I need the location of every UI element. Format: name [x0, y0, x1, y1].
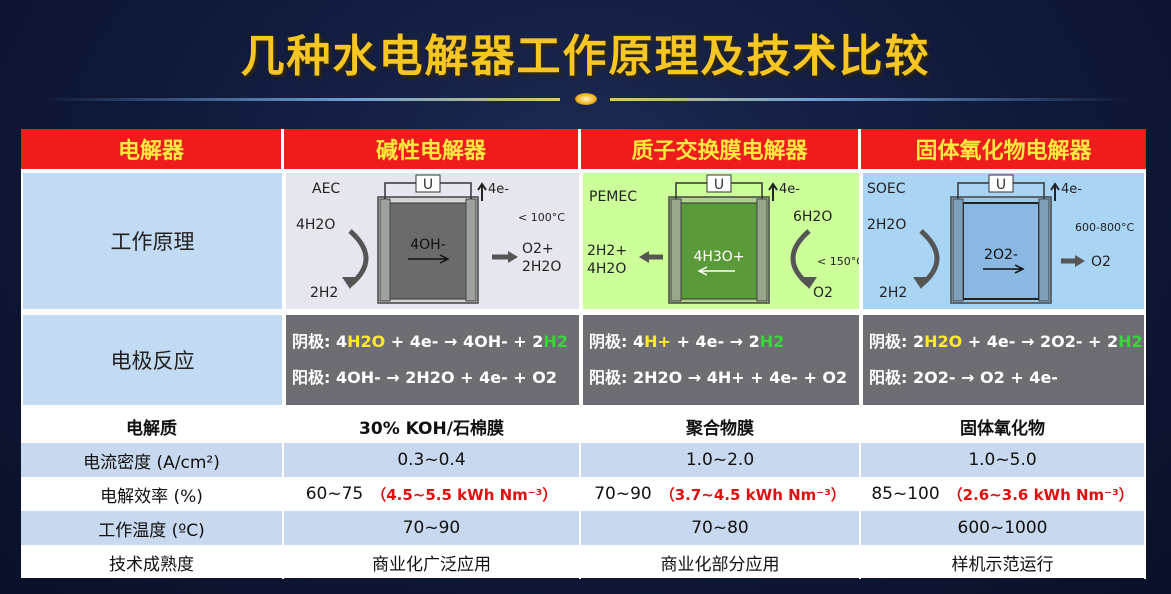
aec-reactant: 4H2O [296, 217, 335, 233]
aec-label: AEC [312, 181, 340, 197]
cell-alkaline: 商业化广泛应用 [284, 545, 581, 579]
soec-anode-reaction: 阳极: 2O2- → O2 + 4e- [869, 368, 1058, 387]
cell-soec: 固体氧化物 [861, 409, 1146, 443]
table-row-maturity: 技术成熟度 商业化广泛应用 商业化部分应用 样机示范运行 [21, 545, 1146, 579]
aec-temp: < 100°C [518, 211, 565, 224]
cell-pem: 1.0~2.0 [581, 443, 861, 477]
aec-hydrogen: 2H2 [310, 285, 338, 301]
cell-pem: 70~80 [581, 511, 861, 545]
aec-power-label: U [423, 177, 433, 193]
aec-electrons: 4e- [488, 182, 509, 197]
aec-product-water: 2H2O [522, 259, 561, 275]
pem-cathode-reaction: 阴极: 4H+ + 4e- → 2H2 [589, 332, 785, 351]
soec-temp: 600-800°C [1075, 221, 1134, 234]
cell-alkaline: 60~75 （4.5~5.5 kWh Nm⁻³） [284, 477, 581, 511]
pemec-reactant: 6H2O [793, 209, 832, 225]
aec-diagram: U 4e- AEC 4H2O 2H2 4OH- < 100°C O2+ 2H2O [284, 171, 581, 311]
row-label-reaction: 电极反应 [21, 313, 284, 407]
row-label: 电解效率 (%) [21, 477, 284, 511]
pem-anode-reaction: 阳极: 2H2O → 4H+ + 4e- + O2 [589, 368, 848, 387]
title-divider [40, 93, 1130, 105]
soec-label: SOEC [867, 181, 906, 197]
soec-diagram: U 4e- SOEC 2H2O 2H2 2O2- 600-800°C O2 [861, 171, 1146, 311]
row-label: 电流密度 (A/cm²) [21, 443, 284, 477]
soec-hydrogen: 2H2 [879, 285, 907, 301]
cell-alkaline: 30% KOH/石棉膜 [284, 409, 581, 443]
cell-soec: 85~100 （2.6~3.6 kWh Nm⁻³） [861, 477, 1146, 511]
soec-product-oxygen: O2 [1091, 254, 1111, 270]
aec-anode-reaction: 阳极: 4OH- → 2H2O + 4e- + O2 [292, 368, 557, 387]
soec-power-label: U [996, 177, 1006, 193]
pemec-product-water: 4H2O [587, 261, 626, 277]
cell-alkaline: 0.3~0.4 [284, 443, 581, 477]
pemec-ion: 4H3O+ [693, 249, 744, 265]
soec-reactant: 2H2O [867, 217, 906, 233]
soec-cathode-reaction: 阴极: 2H2O + 4e- → 2O2- + 2H2 [869, 332, 1143, 351]
pemec-label: PEMEC [589, 189, 637, 205]
cell-soec: 600~1000 [861, 511, 1146, 545]
aec-cathode-reaction: 阴极: 4H2O + 4e- → 4OH- + 2H2 [292, 332, 568, 351]
pemec-power-label: U [714, 177, 724, 193]
header-pem: 质子交换膜电解器 [581, 129, 861, 169]
page-title: 几种水电解器工作原理及技术比较 [240, 31, 931, 82]
soec-electrons: 4e- [1061, 182, 1082, 197]
row-label: 工作温度 (ºC) [21, 511, 284, 545]
pemec-product-hydrogen: 2H2+ [587, 243, 627, 259]
row-label-principle: 工作原理 [21, 171, 284, 311]
cell-pem: 70~90 （3.7~4.5 kWh Nm⁻³） [581, 477, 861, 511]
comparison-table: 电解器 碱性电解器 质子交换膜电解器 固体氧化物电解器 工作原理 U 4e- A… [21, 129, 1146, 579]
header-alkaline: 碱性电解器 [284, 129, 581, 169]
soec-ion: 2O2- [984, 247, 1018, 263]
pem-reactions: 阴极: 4H+ + 4e- → 2H2 阳极: 2H2O → 4H+ + 4e-… [581, 313, 861, 407]
table-row-current-density: 电流密度 (A/cm²) 0.3~0.4 1.0~2.0 1.0~5.0 [21, 443, 1146, 477]
aec-product-oxygen: O2+ [522, 241, 554, 257]
pemec-temp: < 150°C [817, 255, 859, 268]
table-row-electrolyte: 电解质 30% KOH/石棉膜 聚合物膜 固体氧化物 [21, 409, 1146, 443]
cell-soec: 1.0~5.0 [861, 443, 1146, 477]
cell-alkaline: 70~90 [284, 511, 581, 545]
row-label: 技术成熟度 [21, 545, 284, 579]
cell-soec: 样机示范运行 [861, 545, 1146, 579]
aec-reactions: 阴极: 4H2O + 4e- → 4OH- + 2H2 阳极: 4OH- → 2… [284, 313, 581, 407]
table-row-temperature: 工作温度 (ºC) 70~90 70~80 600~1000 [21, 511, 1146, 545]
pemec-electrons: 4e- [779, 182, 800, 197]
header-electrolyzer: 电解器 [21, 129, 284, 169]
table-row-efficiency: 电解效率 (%) 60~75 （4.5~5.5 kWh Nm⁻³） 70~90 （3… [21, 477, 1146, 511]
pemec-diagram: U 4e- PEMEC 6H2O O2 < 150°C 4H3O+ 2H2+ 4… [581, 171, 861, 311]
pemec-oxygen: O2 [813, 285, 833, 301]
cell-pem: 聚合物膜 [581, 409, 861, 443]
row-label: 电解质 [21, 409, 284, 443]
header-soec: 固体氧化物电解器 [861, 129, 1146, 169]
aec-ion: 4OH- [410, 237, 446, 253]
cell-pem: 商业化部分应用 [581, 545, 861, 579]
soec-reactions: 阴极: 2H2O + 4e- → 2O2- + 2H2 阳极: 2O2- → O… [861, 313, 1146, 407]
